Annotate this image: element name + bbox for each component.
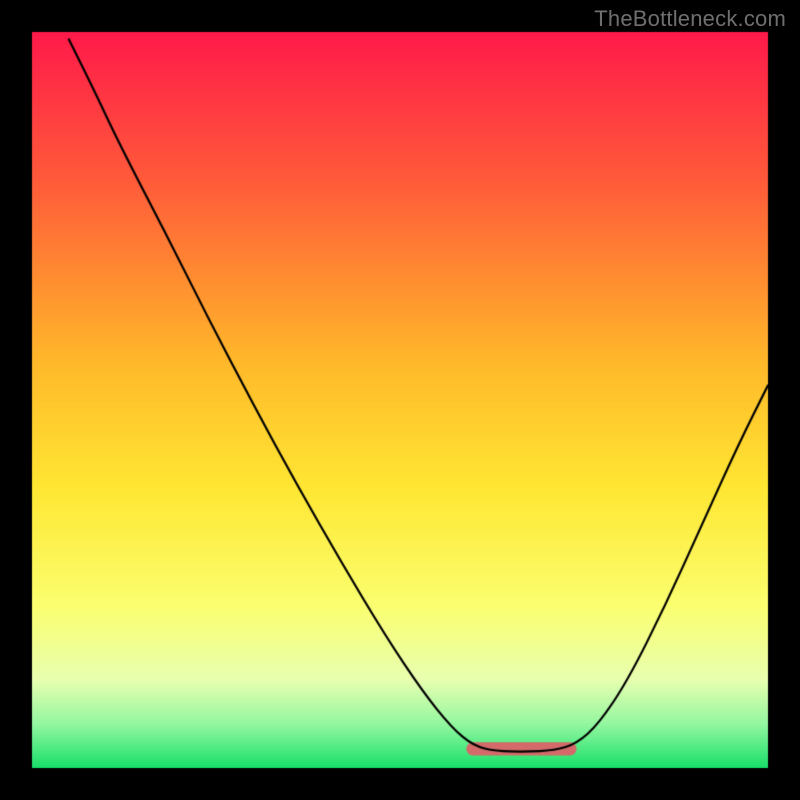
chart-stage: TheBottleneck.com: [0, 0, 800, 800]
watermark-text: TheBottleneck.com: [594, 6, 786, 32]
bottleneck-plot-canvas: [0, 0, 800, 800]
